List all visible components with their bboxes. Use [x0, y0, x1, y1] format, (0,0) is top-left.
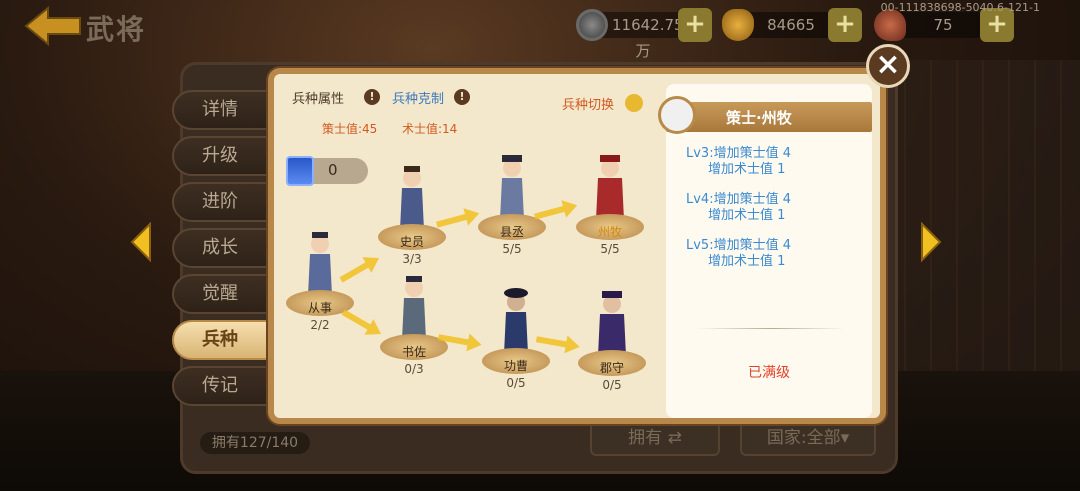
node-name: 州牧	[597, 225, 622, 239]
switch-icon[interactable]	[625, 94, 643, 112]
node-count: 0/5	[602, 378, 622, 392]
gold-resource: 84665 +	[722, 8, 862, 42]
max-level-status: 已满级	[748, 365, 790, 381]
node-count: 5/5	[600, 242, 620, 256]
troop-panel: 兵种属性 ! 兵种克制 ! 策士值:45 术士值:14 兵种切换 0 从事 2/…	[268, 68, 886, 424]
coin-value: 11642.75万	[612, 16, 684, 60]
tab-advance[interactable]: 进阶	[172, 182, 272, 222]
level-bonus-line1: Lv4:增加策士值 4	[686, 192, 791, 207]
gold-value: 84665	[767, 16, 815, 34]
gold-plus-button[interactable]: +	[828, 8, 862, 42]
top-bar: 武将 11642.75万 + 84665 + 75 + 00-11183869​…	[0, 0, 1080, 60]
node-count: 0/5	[506, 376, 526, 390]
level-bonus-5: Lv5:增加策士值 4 增加术士值 1	[686, 238, 791, 270]
country-filter-button[interactable]: 国家:全部▾	[740, 420, 876, 456]
coin-resource: 11642.75万 +	[576, 8, 712, 60]
tab-biography[interactable]: 传记	[172, 366, 272, 406]
owned-count: 拥有127/140	[200, 432, 310, 454]
node-count: 3/3	[402, 252, 422, 266]
tab-upgrade[interactable]: 升级	[172, 136, 272, 176]
divider	[696, 328, 846, 329]
gem-count: 0	[328, 161, 338, 179]
level-bonus-line2: 增加术士值 1	[708, 162, 786, 177]
detail-banner: 策士·州牧	[666, 102, 872, 132]
level-bonus-line2: 增加术士值 1	[708, 254, 786, 269]
troop-tree: 0 从事 2/2 史员 3/3 县丞 5/5 州牧 5/5 书佐 0/3 功曹 …	[280, 154, 660, 418]
prev-arrow-icon[interactable]	[130, 222, 152, 262]
next-arrow-icon[interactable]	[920, 222, 942, 262]
page-title: 武将	[86, 13, 147, 46]
gold-ingot-icon	[722, 9, 754, 41]
level-bonus-line1: Lv5:增加策士值 4	[686, 238, 791, 253]
strategist-stat: 策士值:45	[322, 122, 378, 136]
troop-attr-label[interactable]: 兵种属性	[292, 88, 344, 107]
level-bonus-line1: Lv3:增加策士值 4	[686, 146, 791, 161]
tab-details[interactable]: 详情	[172, 90, 272, 130]
node-name: 功曹	[503, 359, 528, 373]
coin-icon	[576, 9, 608, 41]
tree-node-junshou[interactable]: 郡守 0/5	[576, 290, 648, 394]
stamina-resource: 75 +	[874, 8, 1014, 42]
node-count: 5/5	[502, 242, 522, 256]
tab-awaken[interactable]: 觉醒	[172, 274, 272, 314]
avatar	[658, 96, 696, 134]
level-bonus-3: Lv3:增加策士值 4 增加术士值 1	[686, 146, 791, 178]
back-arrow-icon[interactable]	[24, 6, 82, 46]
own-filter-button[interactable]: 拥有 ⇄	[590, 420, 720, 456]
coin-plus-button[interactable]: +	[678, 8, 712, 42]
node-name: 史员	[399, 235, 424, 249]
level-bonus-line2: 增加术士值 1	[708, 208, 786, 223]
tab-growth[interactable]: 成长	[172, 228, 272, 268]
version-id: 00-11183869​8-5040.6-121-1	[880, 1, 1040, 14]
tree-node-zhoumu[interactable]: 州牧 5/5	[574, 154, 646, 258]
tactician-stat: 术士值:14	[402, 122, 458, 136]
gem-counter: 0	[286, 156, 368, 186]
tab-troop-type[interactable]: 兵种	[172, 320, 272, 360]
detail-panel: 策士·州牧 Lv3:增加策士值 4 增加术士值 1 Lv4:增加策士值 4 增加…	[658, 84, 872, 418]
detail-title: 策士·州牧	[726, 109, 792, 127]
level-bonus-4: Lv4:增加策士值 4 增加术士值 1	[686, 192, 791, 224]
stamina-value: 75	[933, 16, 953, 34]
node-name: 郡守	[599, 361, 624, 375]
attr-info-icon[interactable]: !	[364, 89, 380, 105]
counter-info-icon[interactable]: !	[454, 89, 470, 105]
node-count: 0/3	[404, 362, 424, 376]
close-button[interactable]: ×	[866, 44, 910, 88]
troop-switch-label[interactable]: 兵种切换	[562, 94, 614, 113]
troop-counter-label[interactable]: 兵种克制	[392, 88, 444, 107]
gem-icon	[286, 156, 314, 186]
